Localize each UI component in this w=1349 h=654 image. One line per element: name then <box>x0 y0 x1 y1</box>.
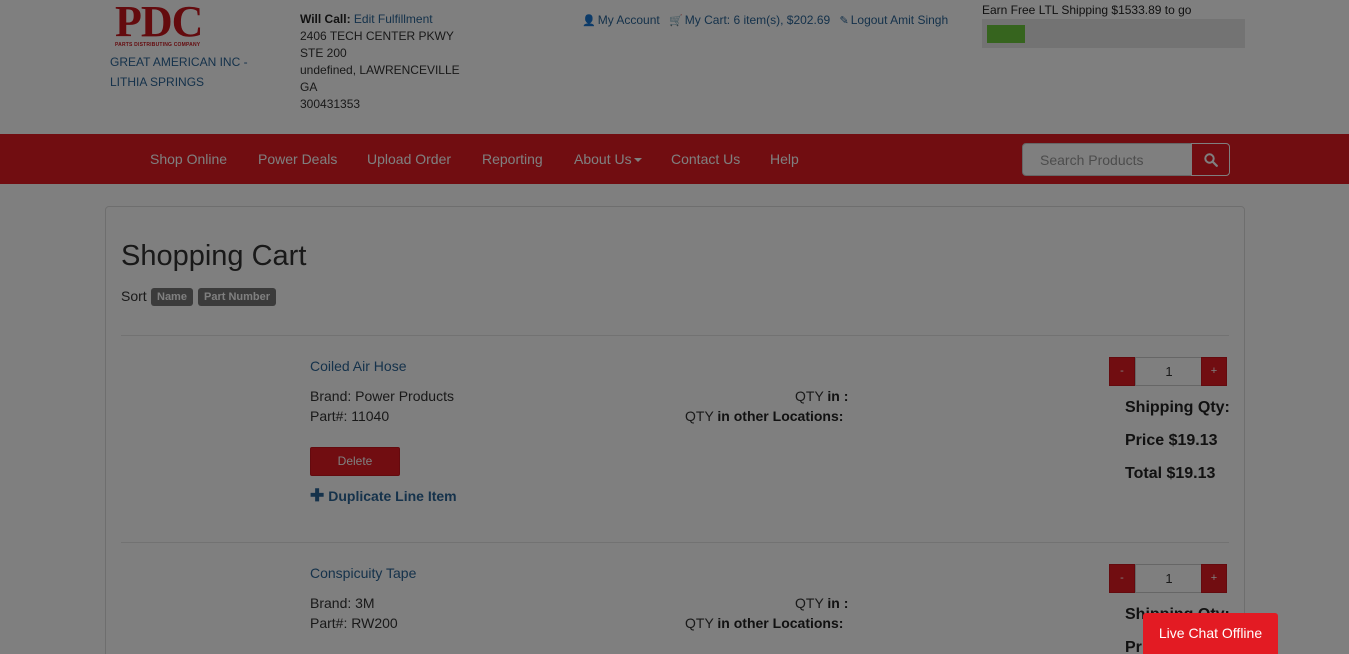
live-chat-button[interactable]: Live Chat Offline <box>1143 613 1278 654</box>
modal-backdrop[interactable] <box>0 0 1349 654</box>
